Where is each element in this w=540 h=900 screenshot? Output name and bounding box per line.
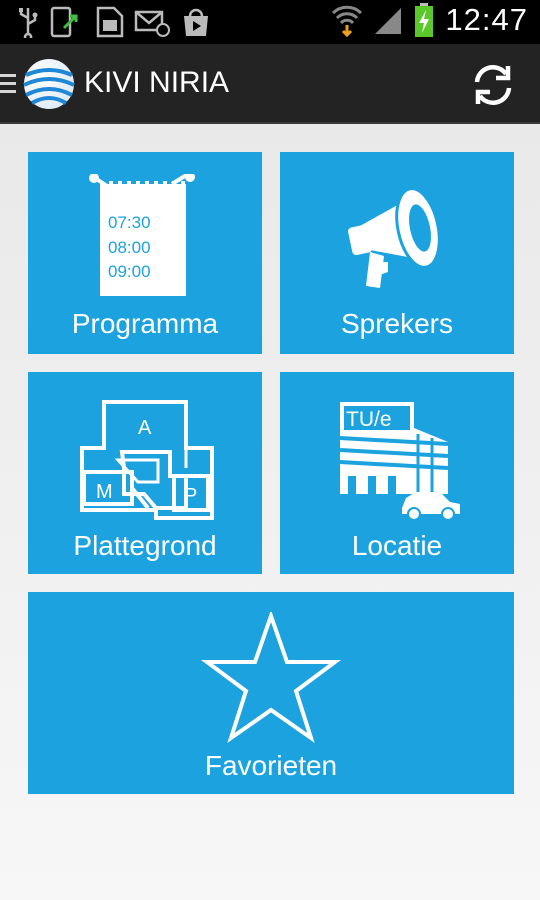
megaphone-icon xyxy=(348,187,441,288)
tile-favorieten[interactable]: Favorieten xyxy=(28,592,514,794)
phone-upload-icon xyxy=(50,6,78,38)
schedule-notepad-icon: 07:30 08:00 09:00 xyxy=(89,174,195,296)
tile-sprekers[interactable]: Sprekers xyxy=(280,152,514,354)
building-car-icon: TU/e xyxy=(339,402,460,521)
play-store-icon xyxy=(184,8,208,36)
status-bar: 12:47 xyxy=(0,0,540,44)
floor-plan-icon: A M P xyxy=(80,400,214,520)
action-bar: KIVI NIRIA xyxy=(0,44,540,124)
tile-plattegrond[interactable]: A M P Plattegrond xyxy=(28,372,262,574)
usb-icon xyxy=(19,8,38,38)
tile-label-sprekers: Sprekers xyxy=(340,308,454,339)
time-slot-2: 08:00 xyxy=(108,238,151,257)
map-letter-p: P xyxy=(184,485,197,507)
sim-icon xyxy=(96,6,124,38)
time-slot-3: 09:00 xyxy=(108,262,151,281)
tile-label-programma: Programma xyxy=(71,308,219,339)
drawer-indicator-icon[interactable] xyxy=(0,74,16,98)
signal-icon xyxy=(375,8,402,34)
tile-label-locatie: Locatie xyxy=(351,530,443,561)
dashboard-grid: 07:30 08:00 09:00 Programma Sprekers A M… xyxy=(0,124,540,900)
refresh-icon[interactable] xyxy=(470,62,516,108)
status-time: 12:47 xyxy=(445,2,528,37)
wifi-icon xyxy=(332,5,363,37)
tile-locatie[interactable]: TU/e Locatie xyxy=(280,372,514,574)
tile-label-plattegrond: Plattegrond xyxy=(73,530,217,561)
star-icon xyxy=(201,612,341,744)
tile-programma[interactable]: 07:30 08:00 09:00 Programma xyxy=(28,152,262,354)
building-sign: TU/e xyxy=(346,408,392,431)
globe-icon[interactable] xyxy=(22,57,76,111)
time-slot-1: 07:30 xyxy=(108,213,151,232)
map-letter-m: M xyxy=(96,481,113,503)
mail-icon xyxy=(134,10,170,37)
battery-charging-icon xyxy=(415,3,434,37)
app-title: KIVI NIRIA xyxy=(84,66,230,99)
map-letter-a: A xyxy=(138,417,152,439)
tile-label-favorieten: Favorieten xyxy=(204,750,338,781)
